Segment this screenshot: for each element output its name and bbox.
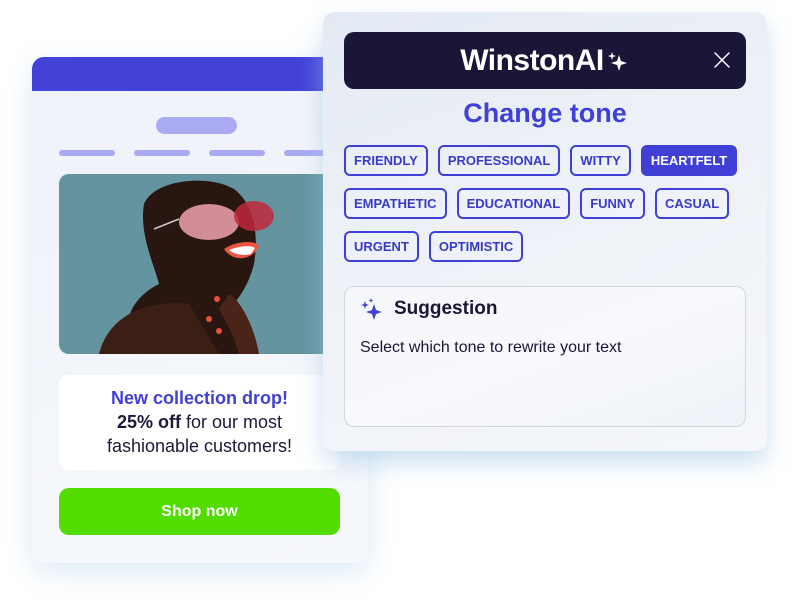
tone-educational[interactable]: EDUCATIONAL <box>456 188 571 219</box>
email-nav-placeholder <box>59 150 340 156</box>
email-logo-placeholder <box>156 117 237 134</box>
promo-text-block: New collection drop! 25% off for our mos… <box>59 375 340 470</box>
nav-placeholder-item <box>59 150 115 156</box>
tone-funny[interactable]: FUNNY <box>580 188 645 219</box>
tone-friendly[interactable]: FRIENDLY <box>344 145 428 176</box>
tone-heartfelt[interactable]: HEARTFELT <box>640 145 738 176</box>
sparkles-icon <box>361 298 382 320</box>
close-button[interactable] <box>712 50 732 70</box>
suggestion-header: Suggestion <box>360 297 497 321</box>
hero-image-illustration <box>59 174 349 354</box>
close-icon <box>714 52 730 68</box>
email-preview-card: New collection drop! 25% off for our mos… <box>32 57 368 563</box>
shop-now-button[interactable]: Shop now <box>59 488 340 535</box>
sparkle-icon <box>607 51 627 71</box>
promo-text-line2: fashionable customers! <box>106 436 293 456</box>
panel-title: Change tone <box>463 98 627 128</box>
change-tone-panel: WinstonAI Change tone FRIENDLY PROFESSIO… <box>323 12 767 451</box>
tone-professional[interactable]: PROFESSIONAL <box>437 145 561 176</box>
tone-witty[interactable]: WITTY <box>570 145 631 176</box>
suggestion-box: Suggestion Select which tone to rewrite … <box>344 286 746 427</box>
suggestion-title: Suggestion <box>394 298 498 319</box>
promo-discount: 25% off <box>116 412 181 432</box>
winston-logo: WinstonAI <box>460 44 630 78</box>
nav-placeholder-item <box>134 150 190 156</box>
tone-urgent[interactable]: URGENT <box>344 231 419 262</box>
nav-placeholder-item <box>209 150 265 156</box>
email-header-bar <box>32 57 368 91</box>
promo-title: New collection drop! <box>110 388 288 408</box>
tone-casual[interactable]: CASUAL <box>655 188 730 219</box>
email-hero-image <box>59 174 349 354</box>
promo-text-line1: for our most <box>180 412 283 432</box>
logo-text: WinstonAI <box>460 43 604 77</box>
tone-optimistic[interactable]: OPTIMISTIC <box>428 231 524 262</box>
suggestion-text: Select which tone to rewrite your text <box>360 339 622 356</box>
tone-empathetic[interactable]: EMPATHETIC <box>344 188 447 219</box>
tone-options: FRIENDLY PROFESSIONAL WITTY HEARTFELT EM… <box>344 145 744 262</box>
panel-header: WinstonAI <box>344 32 746 89</box>
